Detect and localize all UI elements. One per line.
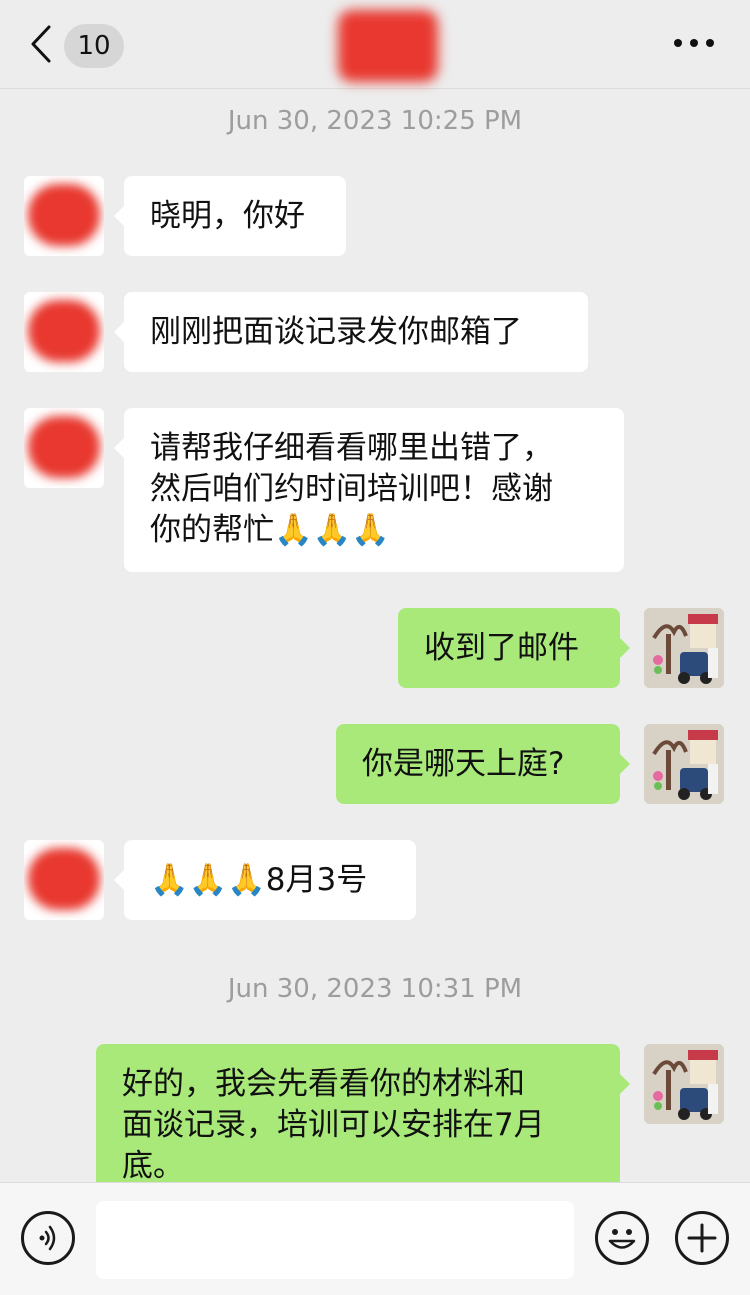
chat-header: 10 xyxy=(0,0,750,89)
user-avatar[interactable] xyxy=(644,724,724,804)
message-text-line: 好的，我会先看看你的材料和 xyxy=(122,1066,525,1102)
smiley-face-icon xyxy=(608,1229,636,1249)
message-bubble-outgoing[interactable]: 收到了邮件 xyxy=(398,608,630,688)
plus-sign-icon xyxy=(687,1223,717,1253)
message-bubble-incoming[interactable]: 🙏🙏🙏8月3号 xyxy=(114,840,416,920)
message-text: 刚刚把面谈记录发你邮箱了 xyxy=(150,314,522,350)
contact-name-redacted xyxy=(338,10,438,82)
contact-avatar[interactable] xyxy=(24,292,104,372)
message-text: 收到了邮件 xyxy=(424,630,579,666)
emoji-icon[interactable] xyxy=(595,1211,649,1265)
chevron-left-icon[interactable] xyxy=(30,24,52,64)
timestamp: Jun 30, 2023 10:31 PM xyxy=(227,974,523,1004)
plus-icon[interactable] xyxy=(675,1211,729,1265)
message-text-line: 请帮我仔细看看哪里出错了， xyxy=(150,430,553,466)
message-text: 🙏🙏🙏8月3号 xyxy=(150,862,368,898)
toy-scene-avatar-image xyxy=(644,1044,724,1124)
message-text: 你是哪天上庭? xyxy=(362,746,565,782)
voice-icon[interactable] xyxy=(21,1211,75,1265)
toy-scene-avatar-image xyxy=(644,724,724,804)
message-text: 晓明，你好 xyxy=(150,198,305,234)
voice-waves-icon xyxy=(39,1225,56,1251)
toy-scene-avatar-image xyxy=(644,608,724,688)
message-input-bar xyxy=(0,1182,750,1295)
contact-avatar[interactable] xyxy=(24,840,104,920)
message-text-line: 面谈记录，培训可以安排在7月 xyxy=(122,1107,545,1143)
ellipsis-icon[interactable] xyxy=(674,38,714,48)
message-text-input[interactable] xyxy=(96,1201,574,1279)
message-text-line: 然后咱们约时间培训吧！感谢 xyxy=(150,471,553,507)
message-bubble-incoming[interactable]: 晓明，你好 xyxy=(114,176,346,256)
message-bubble-incoming[interactable]: 请帮我仔细看看哪里出错了， 然后咱们约时间培训吧！感谢 你的帮忙🙏🙏🙏 xyxy=(114,408,624,572)
message-bubble-outgoing[interactable]: 你是哪天上庭? xyxy=(336,724,630,804)
message-text-line: 底。 xyxy=(122,1148,184,1184)
timestamp: Jun 30, 2023 10:25 PM xyxy=(227,106,523,136)
contact-avatar[interactable] xyxy=(24,408,104,488)
user-avatar[interactable] xyxy=(644,608,724,688)
contact-avatar[interactable] xyxy=(24,176,104,256)
message-text-line: 你的帮忙🙏🙏🙏 xyxy=(150,512,390,548)
user-avatar[interactable] xyxy=(644,1044,724,1124)
message-bubble-incoming[interactable]: 刚刚把面谈记录发你邮箱了 xyxy=(114,292,588,372)
unread-count-badge[interactable]: 10 xyxy=(64,24,124,68)
